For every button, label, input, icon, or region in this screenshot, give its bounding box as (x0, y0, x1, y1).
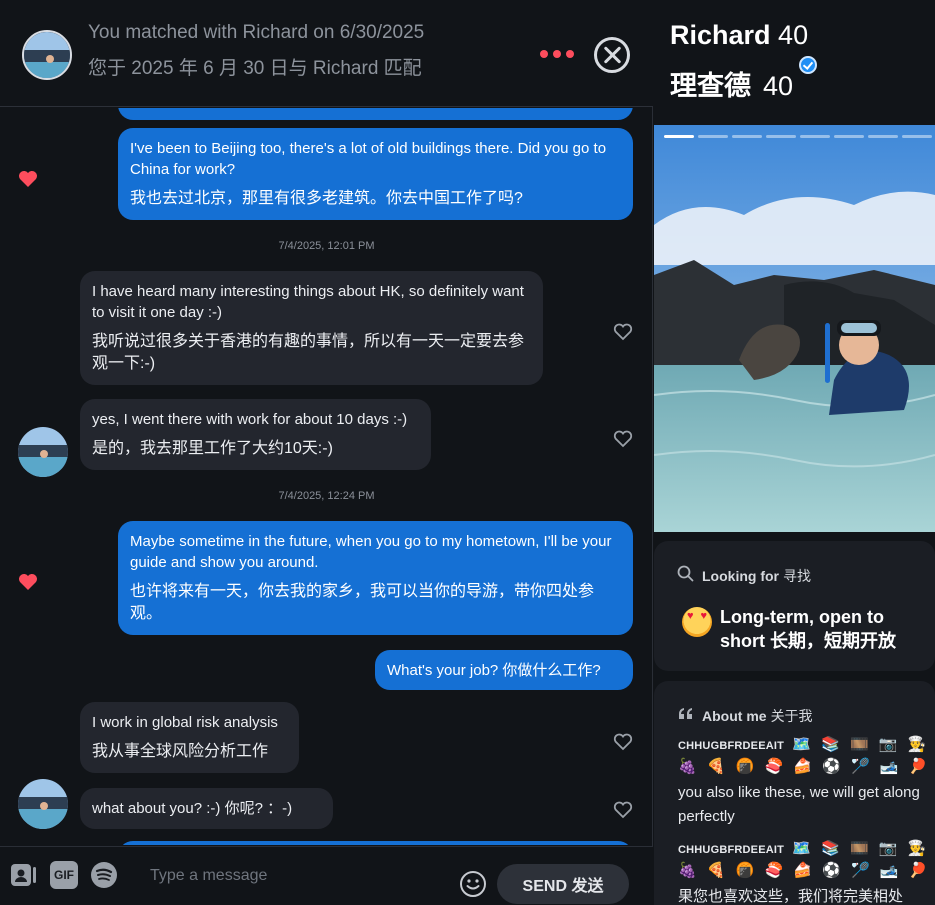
profile-pane[interactable]: Richard 40 理查德 40 Looking for 寻找 ♥ ♥ Lon… (654, 0, 935, 905)
about-me-label: About me (702, 708, 767, 724)
sender-avatar[interactable] (18, 427, 68, 477)
message-text-zh: 我也去过北京，那里有很多老建筑。你去中国工作了吗? (130, 190, 523, 207)
quote-icon (679, 708, 692, 719)
about-line: CHHUGBFRDEEAIT 🗺️ 📚 🎞️ 📷 👨‍🍳 (678, 733, 929, 758)
sender-avatar[interactable] (18, 779, 68, 829)
message-bubble-incoming: I have heard many interesting things abo… (80, 271, 543, 385)
like-heart-icon[interactable] (613, 430, 633, 448)
liked-heart-icon[interactable] (18, 573, 38, 591)
about-caps-text: CHHUGBFRDEEAIT (678, 740, 785, 752)
message-text-zh: 也许将来有一天，你去我的家乡，我可以当你的导游，带你四处参观。 (130, 583, 595, 622)
photo-progress-segment[interactable] (834, 135, 864, 138)
heart-eyes-emoji-icon (682, 607, 712, 637)
about-text: perfectly (678, 808, 735, 825)
about-emoji-row: 🍇 🍕 🍘 🍣 🍰 ⚽ 🏸 🎿 🏓 🏒 🏐 (678, 758, 935, 775)
message-text-zh: 我听说过很多关于香港的有趣的事情，所以有一天一定要去参观一下:-) (92, 333, 525, 372)
send-button[interactable]: SEND 发送 (497, 864, 629, 904)
looking-for-value: Long-term, open to short 长期，短期开放 (720, 607, 897, 651)
photo-progress-segment[interactable] (766, 135, 796, 138)
gif-button[interactable]: GIF (50, 861, 78, 889)
looking-for-label: Looking for (702, 568, 779, 584)
looking-for-label-zh: 寻找 (783, 568, 811, 584)
about-emoji-row: 🗺️ 📚 🎞️ 📷 👨‍🍳 (792, 840, 930, 857)
profile-photo[interactable] (654, 125, 935, 532)
verified-badge-icon (799, 56, 818, 74)
message-bubble-outgoing: What's your job? 你做什么工作? (375, 650, 633, 690)
search-icon (677, 565, 694, 582)
photo-progress-segment[interactable] (698, 135, 728, 138)
like-heart-icon[interactable] (613, 323, 633, 341)
photo-progress-segment[interactable] (902, 135, 932, 138)
photo-progress-segment[interactable] (868, 135, 898, 138)
match-date-text-zh: 您于 2025 年 6 月 30 日与 Richard 匹配 (88, 58, 422, 79)
message-bubble-outgoing: Maybe sometime in the future, when you g… (118, 521, 633, 635)
message-bubble-incoming: I work in global risk analysis 我从事全球风险分析… (80, 702, 299, 773)
about-emoji-row: 🍇 🍕 🍘 🍣 🍰 ⚽ 🏸 🎿 🏓 🏒 🏐 (678, 862, 935, 879)
looking-for-title: Looking for 寻找 (702, 566, 811, 586)
more-options-button[interactable] (540, 42, 574, 66)
close-chat-button[interactable] (594, 37, 630, 73)
message-text-zh: 我从事全球风险分析工作 (92, 743, 269, 760)
message-bubble-outgoing (118, 108, 633, 120)
about-text: you also like these, we will get along (678, 784, 920, 801)
chat-header: You matched with Richard on 6/30/2025 您于… (0, 0, 653, 107)
like-heart-icon[interactable] (613, 801, 633, 819)
profile-name-zh: 理查德 (670, 71, 751, 101)
about-line: CHHUGBFRDEEAIT 🗺️ 📚 🎞️ 📷 👨‍🍳 (678, 837, 929, 862)
contact-card-icon[interactable] (10, 861, 38, 889)
app-window: You matched with Richard on 6/30/2025 您于… (0, 0, 935, 905)
like-heart-icon[interactable] (613, 733, 633, 751)
timestamp: 7/4/2025, 12:01 PM (278, 240, 375, 252)
message-text: What's your job? 你做什么工作? (387, 662, 601, 679)
liked-heart-icon[interactable] (18, 170, 38, 188)
profile-age: 40 (778, 20, 809, 50)
about-emoji-row: 🗺️ 📚 🎞️ 📷 👨‍🍳 (792, 736, 930, 753)
more-dot (553, 50, 561, 58)
profile-name-row-zh: 理查德 40 (670, 56, 818, 103)
photo-progress-segment[interactable] (664, 135, 694, 138)
message-bubble-outgoing: I've been to Beijing too, there's a lot … (118, 128, 633, 220)
spotify-icon[interactable] (90, 861, 118, 889)
photo-progress-segment[interactable] (800, 135, 830, 138)
message-text: I've been to Beijing too, there's a lot … (130, 140, 607, 178)
message-bubble-incoming: yes, I went there with work for about 10… (80, 399, 431, 470)
message-composer: GIF SEND 发送 (0, 846, 653, 905)
photo-progress-bar (664, 135, 932, 138)
looking-for-card: Looking for寻找 Long-term, open to short 长… (654, 541, 935, 671)
emoji-icon[interactable] (459, 870, 487, 898)
message-input[interactable] (140, 859, 440, 893)
message-bubble-outgoing (118, 841, 633, 845)
timestamp: 7/4/2025, 12:24 PM (278, 490, 375, 502)
profile-age-zh: 40 (763, 71, 794, 101)
more-dots-icon (540, 50, 548, 58)
message-list[interactable]: I've been to Beijing too, there's a lot … (0, 108, 653, 845)
more-dot (566, 50, 574, 58)
about-caps-text: CHHUGBFRDEEAIT (678, 844, 785, 856)
message-text: yes, I went there with work for about 10… (92, 411, 408, 428)
about-text-zh: 果您也喜欢这些，我们将完美相处 (678, 888, 904, 905)
profile-name-row: Richard 40 (670, 20, 808, 51)
about-me-label-zh: 关于我 (770, 708, 813, 724)
message-text-zh: 是的，我去那里工作了大约10天:-) (92, 440, 333, 457)
message-text: what about you? :-) 你呢? ：-) (92, 800, 293, 817)
profile-name: Richard (670, 20, 771, 50)
message-bubble-incoming: what about you? :-) 你呢? ：-) (80, 788, 333, 829)
about-me-card: About me 关于我 CHHUGBFRDEEAIT 🗺️ 📚 🎞️ 📷 👨‍🍳… (654, 681, 935, 905)
message-text: I have heard many interesting things abo… (92, 283, 524, 321)
match-avatar[interactable] (22, 30, 72, 80)
photo-progress-segment[interactable] (732, 135, 762, 138)
message-text: Maybe sometime in the future, when you g… (130, 533, 612, 571)
chat-pane: You matched with Richard on 6/30/2025 您于… (0, 0, 653, 905)
message-text: I work in global risk analysis (92, 714, 278, 731)
match-date-text: You matched with Richard on 6/30/2025 (88, 22, 425, 43)
about-me-title: About me 关于我 (702, 706, 813, 726)
